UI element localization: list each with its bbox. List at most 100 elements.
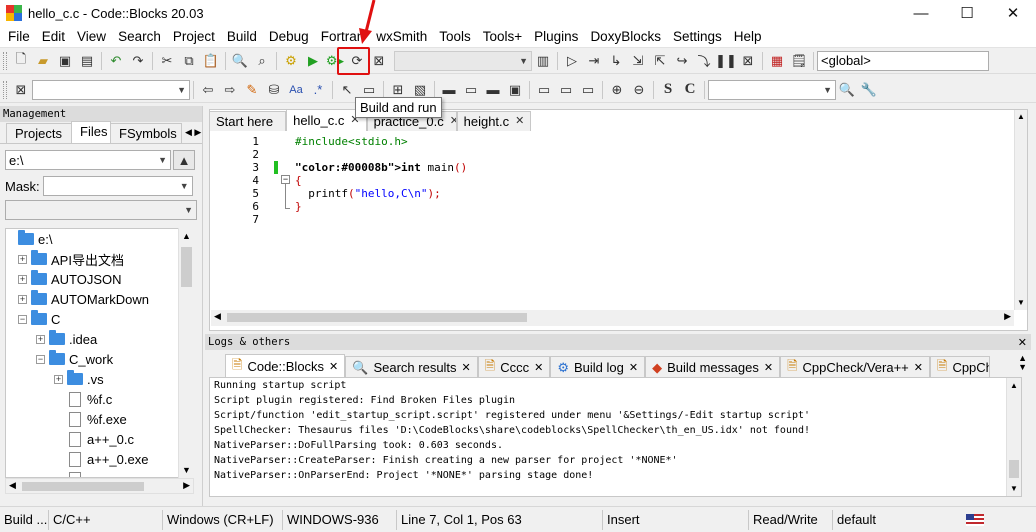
highlight-pen-icon[interactable]: ✎	[241, 79, 263, 101]
save-all-icon[interactable]: ▤	[76, 50, 98, 72]
menu-tools[interactable]: Tools	[433, 26, 477, 48]
next-line-icon[interactable]: ↳	[605, 50, 627, 72]
maximize-button[interactable]: ☐	[944, 0, 990, 26]
expand-toggle-icon[interactable]: +	[18, 274, 27, 284]
tree-item[interactable]: + API导出文档	[6, 249, 178, 269]
tree-item[interactable]: + AUTOJSON	[6, 269, 178, 289]
go-up-button[interactable]: ▲	[173, 150, 195, 170]
paste-icon[interactable]: 📋	[200, 50, 222, 72]
symbol-s-icon[interactable]: S	[657, 79, 679, 101]
mask-input[interactable]: ▼	[42, 176, 193, 196]
tree-item[interactable]: + AUTOMarkDown	[6, 289, 178, 309]
menu-wxsmith[interactable]: wxSmith	[370, 26, 433, 48]
menu-build[interactable]: Build	[221, 26, 263, 48]
shape-2-icon[interactable]: ▭	[555, 79, 577, 101]
open-file-icon[interactable]: ▰	[32, 50, 54, 72]
show-target-dialog-icon[interactable]: ▥	[532, 50, 554, 72]
symbol-search-select[interactable]: ▼	[708, 79, 836, 100]
close-tab-icon[interactable]: ✕	[462, 361, 471, 374]
debug-windows-icon[interactable]: ▦	[766, 50, 788, 72]
zoom-out-icon[interactable]: ⊖	[628, 79, 650, 101]
build-gear-icon[interactable]: ⚙	[280, 50, 302, 72]
tree-item[interactable]: a.exe	[6, 469, 178, 477]
symbol-c-icon[interactable]: C	[679, 79, 701, 101]
close-tab-icon[interactable]: ✕	[329, 360, 338, 373]
shape-3-icon[interactable]: ▭	[577, 79, 599, 101]
run-icon[interactable]: ▶	[302, 50, 324, 72]
scope-select[interactable]: <global>	[817, 50, 989, 71]
debug-start-icon[interactable]: ▷	[561, 50, 583, 72]
tree-item[interactable]: + .vs	[6, 369, 178, 389]
options-wrench-icon[interactable]: 🔧	[858, 79, 880, 101]
menu-help[interactable]: Help	[728, 26, 768, 48]
close-tab-icon[interactable]: ✕	[450, 114, 456, 129]
copy-icon[interactable]: ⧉	[178, 50, 200, 72]
path-select[interactable]: e:\ ▼	[5, 150, 171, 170]
log-tab-cccc[interactable]: 🗎 Cccc ✕	[477, 356, 551, 378]
log-tab-cppche[interactable]: 🗎 CppChe	[929, 356, 990, 378]
minimize-button[interactable]: —	[898, 0, 944, 26]
close-tab-icon[interactable]: ✕	[764, 361, 773, 374]
log-tab-build-messages[interactable]: ◆ Build messages ✕	[645, 356, 781, 378]
tab-projects[interactable]: Projects	[6, 123, 72, 143]
menu-view[interactable]: View	[71, 26, 112, 48]
expand-toggle-icon[interactable]: +	[54, 374, 63, 384]
tree-vertical-scrollbar[interactable]: ▲ ▼	[178, 228, 194, 478]
close-tab-icon[interactable]: ✕	[515, 114, 524, 129]
align-3-icon[interactable]: ▬	[482, 79, 504, 101]
expand-toggle-icon[interactable]: −	[36, 354, 45, 364]
search-file-icon[interactable]: ⛁	[263, 79, 285, 101]
stop-debugger-icon[interactable]: ⊠	[737, 50, 759, 72]
filter-select[interactable]: ▼	[5, 200, 197, 220]
expand-toggle-icon[interactable]: +	[36, 334, 45, 344]
tree-horizontal-scrollbar[interactable]: ◀ ▶	[5, 478, 194, 494]
match-case-icon[interactable]: Aa	[285, 79, 307, 101]
tabs-scroll-arrows[interactable]: ◀ ▶	[185, 127, 201, 138]
log-tab-search-results[interactable]: 🔍 Search results ✕	[345, 356, 478, 378]
close-button[interactable]: ✕	[990, 0, 1036, 26]
zoom-in-icon[interactable]: ⊕	[606, 79, 628, 101]
logs-close-icon[interactable]: ✕	[1018, 336, 1027, 349]
align-2-icon[interactable]: ▭	[460, 79, 482, 101]
menu-debug[interactable]: Debug	[263, 26, 315, 48]
editor-tab-start-here[interactable]: Start here	[209, 111, 287, 131]
tree-item[interactable]: e:\	[6, 229, 178, 249]
step-instruction-icon[interactable]: ⤵	[693, 50, 715, 72]
close-tab-icon[interactable]: ✕	[914, 361, 923, 374]
log-tab-code-blocks[interactable]: 🗎 Code::Blocks ✕	[225, 354, 346, 378]
menu-search[interactable]: Search	[112, 26, 167, 48]
redo-icon[interactable]: ↷	[127, 50, 149, 72]
back-icon[interactable]: ⇦	[197, 79, 219, 101]
tab-files[interactable]: Files	[71, 121, 111, 143]
shape-1-icon[interactable]: ▭	[533, 79, 555, 101]
various-info-icon[interactable]: 🗒	[788, 50, 810, 72]
regex-icon[interactable]: .*	[307, 79, 329, 101]
menu-doxyblocks[interactable]: DoxyBlocks	[584, 26, 667, 48]
cut-icon[interactable]: ✂	[156, 50, 178, 72]
expand-toggle-icon[interactable]: +	[18, 294, 27, 304]
expand-toggle-icon[interactable]: −	[18, 314, 27, 324]
editor-horizontal-scrollbar[interactable]: ◀ ▶	[211, 310, 1014, 326]
align-4-icon[interactable]: ▣	[504, 79, 526, 101]
menu-fortran[interactable]: Fortran	[315, 26, 371, 48]
log-tab-build-log[interactable]: ⚙ Build log ✕	[550, 356, 646, 378]
rebuild-icon[interactable]: ⟳	[346, 50, 368, 72]
fold-marker-icon[interactable]: −	[281, 175, 290, 184]
forward-icon[interactable]: ⇨	[219, 79, 241, 101]
tree-item[interactable]: − C_work	[6, 349, 178, 369]
tree-item[interactable]: a++_0.exe	[6, 449, 178, 469]
menu-file[interactable]: File	[2, 26, 36, 48]
menu-settings[interactable]: Settings	[667, 26, 728, 48]
clear-icon[interactable]: ⊠	[10, 79, 32, 101]
code-editor[interactable]: #include<stdio.h> "color:#00008b">int mai…	[295, 131, 1025, 329]
log-vertical-scrollbar[interactable]: ▲ ▼	[1006, 378, 1021, 496]
menu-plugins[interactable]: Plugins	[528, 26, 584, 48]
build-and-run-icon[interactable]: ⚙▸	[324, 50, 346, 72]
tree-item[interactable]: %f.exe	[6, 409, 178, 429]
close-tab-icon[interactable]: ✕	[629, 361, 638, 374]
tree-item[interactable]: %f.c	[6, 389, 178, 409]
menu-project[interactable]: Project	[167, 26, 221, 48]
tree-item[interactable]: + .idea	[6, 329, 178, 349]
tab-fsymbols[interactable]: FSymbols	[110, 123, 182, 143]
menu-edit[interactable]: Edit	[36, 26, 71, 48]
